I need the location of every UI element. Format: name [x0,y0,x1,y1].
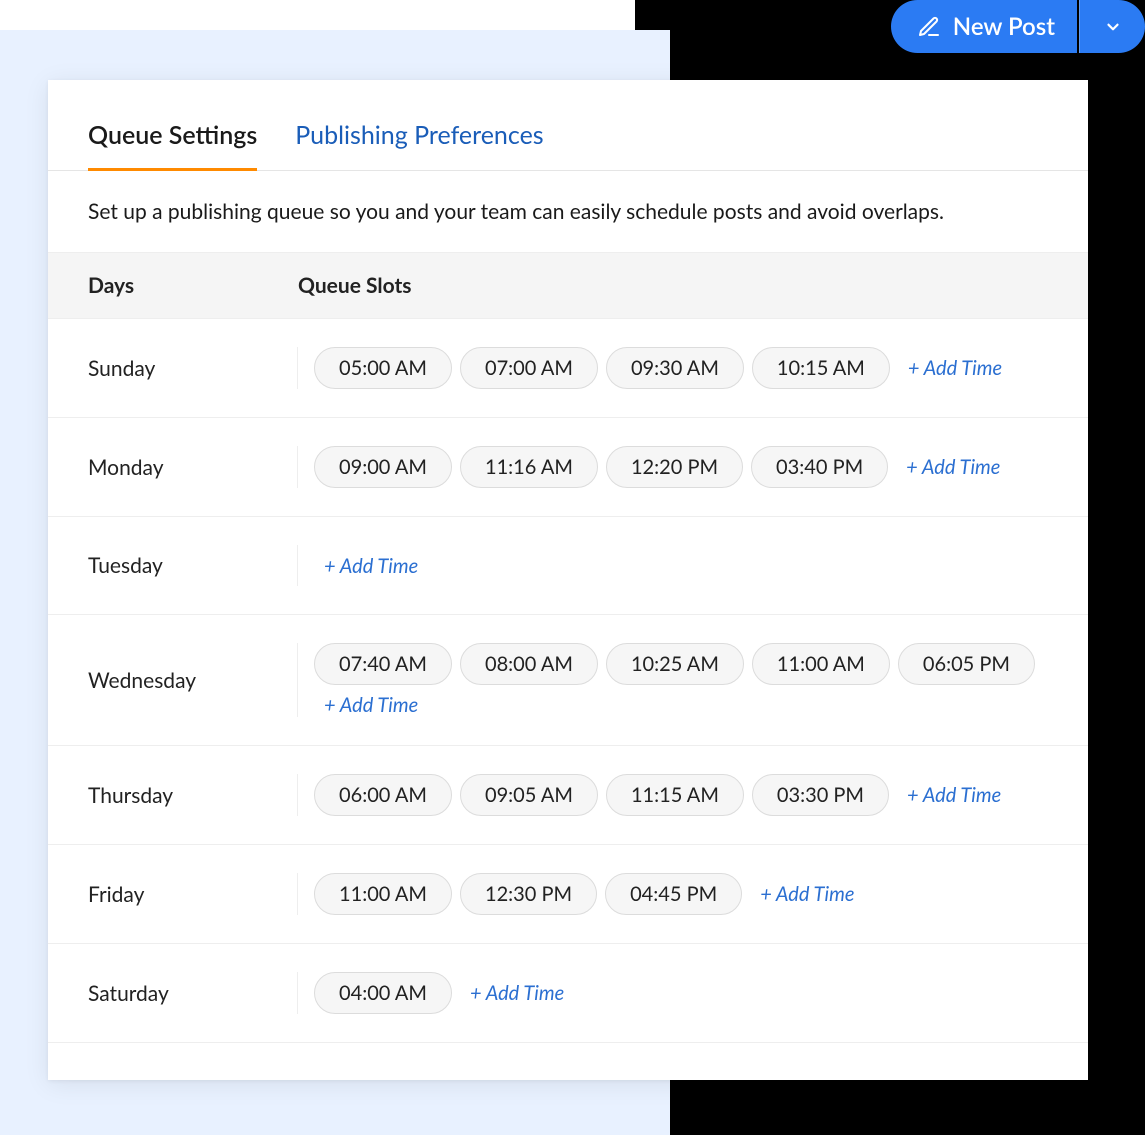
tab-label: Publishing Preferences [295,120,543,150]
time-slot[interactable]: 10:25 AM [606,643,744,685]
table-row: Saturday 04:00 AM + Add Time [48,944,1088,1043]
slots-container: 07:40 AM08:00 AM10:25 AM11:00 AM06:05 PM… [298,643,1048,717]
time-slot[interactable]: 10:15 AM [752,347,890,389]
time-slot[interactable]: 12:20 PM [606,446,743,488]
table-row: Thursday06:00 AM09:05 AM11:15 AM03:30 PM… [48,746,1088,845]
day-label: Monday [88,446,298,488]
time-slot[interactable]: 11:00 AM [752,643,890,685]
table-row: Monday 09:00 AM11:16 AM12:20 PM03:40 PM + … [48,418,1088,517]
table-row: Wednesday07:40 AM08:00 AM10:25 AM11:00 A… [48,615,1088,746]
day-label: Thursday [88,774,298,816]
time-slot[interactable]: 03:30 PM [752,774,889,816]
tab-publishing-preferences[interactable]: Publishing Preferences [295,120,543,170]
table-header: Days Queue Slots [48,252,1088,319]
add-time-button[interactable]: + Add Time [908,356,1002,380]
day-label: Wednesday [88,643,298,717]
table-row: Friday 11:00 AM12:30 PM04:45 PM + Add Time [48,845,1088,944]
add-time-button[interactable]: + Add Time [906,455,1000,479]
header-days: Days [88,273,298,298]
time-slot[interactable]: 08:00 AM [460,643,598,685]
header-slots: Queue Slots [298,273,1048,298]
tab-label: Queue Settings [88,120,257,150]
time-slot[interactable]: 09:05 AM [460,774,598,816]
time-slot[interactable]: 03:40 PM [751,446,888,488]
day-label: Sunday [88,347,298,389]
time-slot[interactable]: 12:30 PM [460,873,597,915]
slots-container: 11:00 AM12:30 PM04:45 PM + Add Time [298,873,1048,915]
time-slot[interactable]: 11:15 AM [606,774,744,816]
time-slot[interactable]: 11:00 AM [314,873,452,915]
settings-card: Queue Settings Publishing Preferences Se… [48,80,1088,1080]
chevron-down-icon [1104,18,1122,36]
time-slot[interactable]: 11:16 AM [460,446,598,488]
tabs: Queue Settings Publishing Preferences [48,80,1088,171]
time-slot[interactable]: 09:30 AM [606,347,744,389]
add-time-button[interactable]: + Add Time [324,554,418,578]
add-time-button[interactable]: + Add Time [470,981,564,1005]
day-label: Friday [88,873,298,915]
table-row: Sunday 05:00 AM07:00 AM09:30 AM10:15 AM + … [48,319,1088,418]
add-time-button[interactable]: + Add Time [907,783,1001,807]
time-slot[interactable]: 04:45 PM [605,873,742,915]
time-slot[interactable]: 04:00 AM [314,972,452,1014]
new-post-label: New Post [953,12,1055,41]
table-row: Tuesday + Add Time [48,517,1088,615]
time-slot[interactable]: 07:00 AM [460,347,598,389]
slots-container: 09:00 AM11:16 AM12:20 PM03:40 PM + Add Ti… [298,446,1048,488]
time-slot[interactable]: 06:00 AM [314,774,452,816]
slots-container: 05:00 AM07:00 AM09:30 AM10:15 AM + Add Ti… [298,347,1048,389]
time-slot[interactable]: 09:00 AM [314,446,452,488]
add-time-button[interactable]: + Add Time [760,882,854,906]
day-label: Tuesday [88,545,298,586]
new-post-dropdown-button[interactable] [1079,0,1145,53]
time-slot[interactable]: 07:40 AM [314,643,452,685]
day-label: Saturday [88,972,298,1014]
new-post-button[interactable]: New Post [891,0,1077,53]
time-slot[interactable]: 05:00 AM [314,347,452,389]
tab-queue-settings[interactable]: Queue Settings [88,120,257,170]
description: Set up a publishing queue so you and you… [48,171,1088,252]
slots-container: + Add Time [298,554,1048,578]
rows-container: Sunday 05:00 AM07:00 AM09:30 AM10:15 AM + … [48,319,1088,1043]
slots-container: 04:00 AM + Add Time [298,972,1048,1014]
slots-container: 06:00 AM09:05 AM11:15 AM03:30 PM + Add Ti… [298,774,1048,816]
edit-icon [917,15,941,39]
time-slot[interactable]: 06:05 PM [898,643,1035,685]
add-time-button[interactable]: + Add Time [324,693,418,717]
